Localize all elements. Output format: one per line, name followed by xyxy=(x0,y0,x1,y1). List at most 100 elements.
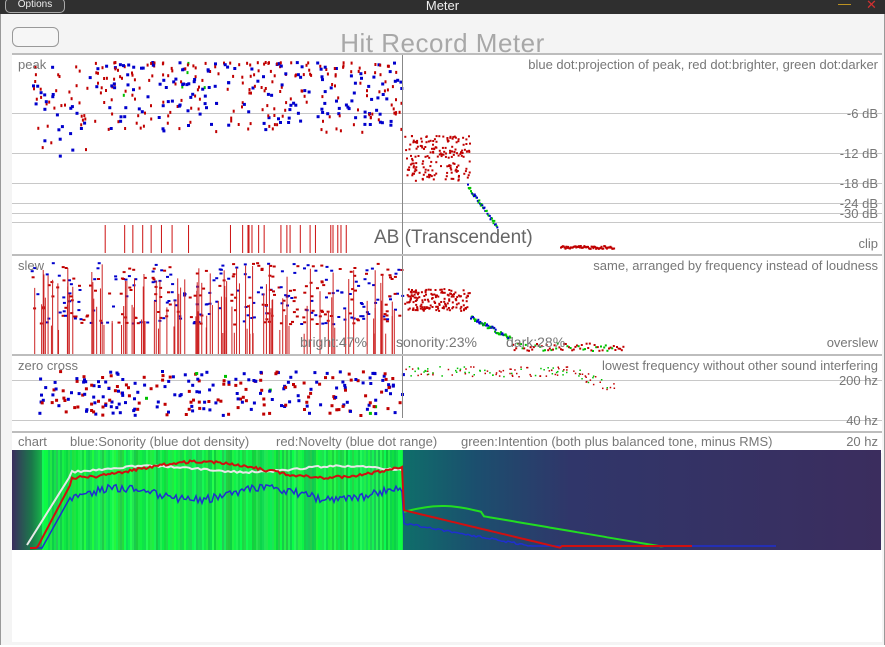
peak-dot xyxy=(361,130,364,134)
slew-dot xyxy=(128,286,132,289)
density-stripe xyxy=(74,450,76,550)
peak-dot xyxy=(350,70,353,74)
zero-cross-dot xyxy=(307,395,311,399)
peak-dot xyxy=(34,80,37,83)
zero-cross-dot xyxy=(121,393,125,397)
db-label: -30 dB xyxy=(839,206,878,221)
slew-dot xyxy=(165,301,169,304)
peak-dot xyxy=(126,73,130,77)
peak-dot xyxy=(214,62,217,66)
peak-dot xyxy=(241,81,244,85)
zero-cross-dot xyxy=(195,390,199,394)
zero-cross-dot xyxy=(318,382,322,386)
peak-dot xyxy=(435,140,438,143)
peak-dot xyxy=(232,74,235,78)
zero-cross-dot xyxy=(39,377,43,381)
slew-dot xyxy=(62,301,66,304)
zero-cross-dot xyxy=(275,370,279,374)
slew-dot xyxy=(416,309,419,312)
density-stripe xyxy=(280,450,282,550)
zero-cross-dot xyxy=(335,408,339,412)
zero-cross-dot xyxy=(391,377,395,380)
hz-label: 40 hz xyxy=(846,413,878,428)
slew-dot xyxy=(231,275,235,278)
zero-cross-dot xyxy=(62,396,66,400)
density-stripe xyxy=(342,450,344,550)
minimize-icon[interactable]: — xyxy=(838,0,851,11)
peak-dot xyxy=(299,75,303,79)
slew-dot xyxy=(136,322,140,325)
peak-dot xyxy=(316,115,320,119)
zero-cross-dot xyxy=(55,398,59,402)
zero-cross-dot xyxy=(155,384,159,388)
zero-cross-dot xyxy=(44,386,48,390)
zero-cross-dot xyxy=(252,401,256,405)
peak-dot xyxy=(377,118,380,122)
peak-dot xyxy=(37,126,40,130)
zero-cross-dot xyxy=(602,387,604,390)
peak-dot xyxy=(436,155,439,158)
density-stripe xyxy=(94,450,96,550)
slew-dot xyxy=(106,321,110,324)
peak-dot xyxy=(435,172,438,175)
peak-dot xyxy=(273,123,276,127)
peak-dot xyxy=(352,123,355,127)
slew-dot xyxy=(408,307,411,310)
zero-cross-dot xyxy=(359,414,363,417)
peak-dot xyxy=(424,155,427,158)
slew-dot xyxy=(267,262,271,265)
peak-dot xyxy=(447,139,450,142)
peak-dot xyxy=(247,127,250,131)
slew-dot xyxy=(367,313,371,315)
slew-dot xyxy=(421,301,424,304)
peak-dot xyxy=(288,108,292,112)
zero-cross-dot xyxy=(606,387,608,389)
slew-dot xyxy=(421,299,424,302)
density-stripe xyxy=(180,450,182,550)
zero-cross-dot xyxy=(518,376,520,378)
peak-dot xyxy=(408,166,411,169)
peak-dot xyxy=(364,71,367,75)
peak-dot xyxy=(432,143,434,146)
slew-dot xyxy=(82,318,86,321)
peak-dot xyxy=(357,69,360,73)
peak-dot xyxy=(126,83,130,87)
slew-dot xyxy=(189,316,193,319)
peak-dot xyxy=(410,135,413,138)
zero-cross-dot xyxy=(516,372,518,375)
zero-cross-dot xyxy=(451,374,453,376)
peak-dot xyxy=(426,175,429,178)
peak-dot xyxy=(101,66,104,70)
peak-dot xyxy=(185,83,189,87)
peak-dot xyxy=(237,123,240,126)
peak-dot xyxy=(135,121,138,125)
peak-dot xyxy=(279,61,282,65)
slew-dot xyxy=(304,285,308,288)
zero-cross-dot xyxy=(221,413,225,417)
slew-dot xyxy=(462,304,465,307)
slew-dot xyxy=(431,297,434,299)
zero-cross-dot xyxy=(335,386,339,390)
peak-dot xyxy=(395,70,398,74)
zero-cross-dot xyxy=(75,377,79,381)
peak-dot xyxy=(261,108,264,112)
zero-cross-dot xyxy=(459,369,461,372)
zero-cross-dot xyxy=(82,375,86,379)
peak-dot xyxy=(88,76,92,80)
close-icon[interactable]: ✕ xyxy=(866,0,880,13)
slew-dot xyxy=(425,293,427,296)
peak-dot xyxy=(322,119,324,123)
slew-dot xyxy=(51,262,55,265)
slew-dot xyxy=(252,262,255,265)
slew-dot xyxy=(124,278,128,281)
peak-dot xyxy=(368,123,372,126)
zero-cross-dot xyxy=(383,372,387,376)
zero-cross-dot xyxy=(262,397,266,401)
slew-dot xyxy=(410,290,413,293)
peak-dot xyxy=(139,126,142,130)
zero-cross-dot xyxy=(191,383,195,387)
peak-dot xyxy=(429,139,432,142)
peak-dot xyxy=(253,84,256,88)
peak-dot xyxy=(564,247,567,250)
peak-dot xyxy=(370,97,374,101)
